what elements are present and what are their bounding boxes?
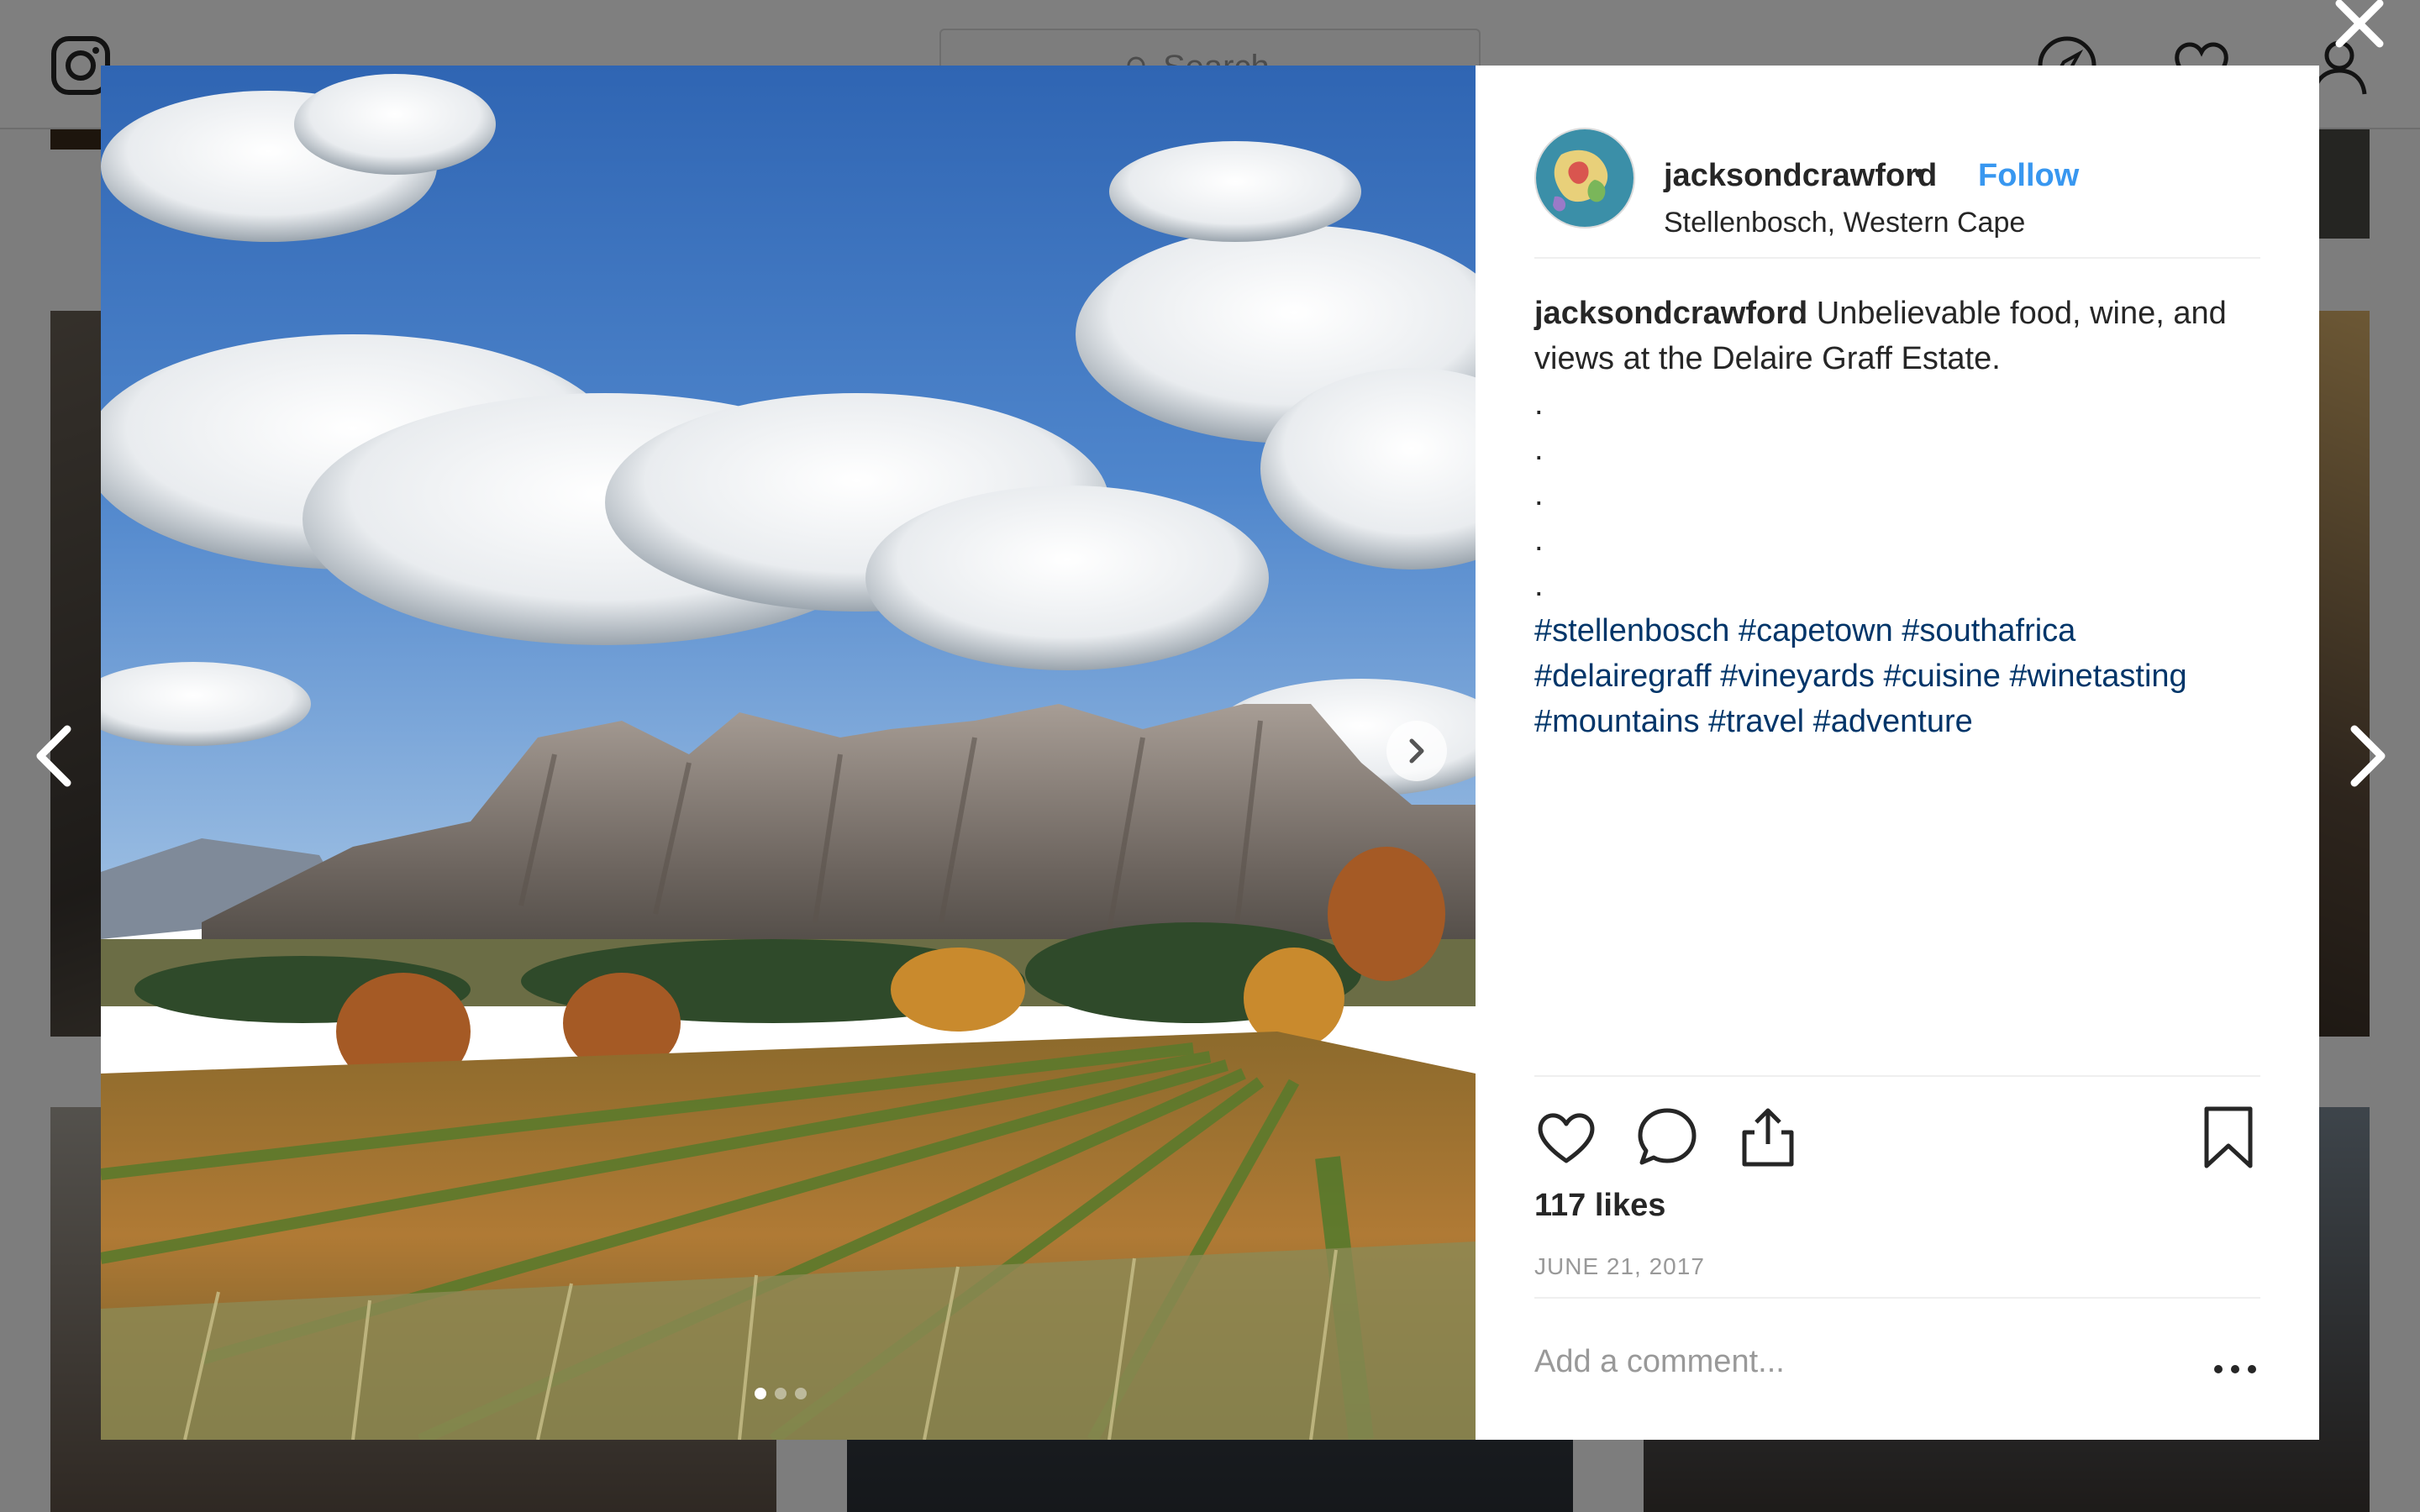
post-date: JUNE 21, 2017: [1534, 1253, 1705, 1279]
location-link[interactable]: Stellenbosch, Western Cape: [1664, 207, 2025, 239]
chevron-left-icon[interactable]: [29, 722, 79, 790]
carousel-dot: [795, 1388, 807, 1399]
caption-dot: .: [1534, 432, 1544, 467]
heart-icon[interactable]: [1534, 1105, 1598, 1169]
caption-dot: .: [1534, 522, 1544, 558]
avatar[interactable]: [1534, 128, 1635, 228]
separator-dot: •: [1914, 156, 1926, 192]
post-photo[interactable]: [101, 66, 1476, 1440]
carousel-indicator: [755, 1388, 807, 1399]
hashtags-line[interactable]: #mountains #travel #adventure: [1534, 699, 2260, 744]
comment-box: Add a comment...: [1534, 1297, 2260, 1440]
post-header: jacksondcrawford • Follow Stellenbosch, …: [1534, 108, 2260, 259]
post-sidebar: jacksondcrawford • Follow Stellenbosch, …: [1476, 66, 2319, 1440]
caption-dot: .: [1534, 568, 1544, 603]
comment-input[interactable]: Add a comment...: [1534, 1344, 1785, 1380]
hashtags-line[interactable]: #stellenbosch #capetown #southafrica: [1534, 608, 2260, 654]
post-actions: [1534, 1075, 2260, 1179]
carousel-next-button[interactable]: [1386, 721, 1447, 781]
username-link[interactable]: jacksondcrawford: [1664, 158, 1937, 194]
caption-dot: .: [1534, 477, 1544, 512]
more-icon[interactable]: [2210, 1361, 2260, 1378]
chevron-right-icon[interactable]: [2343, 722, 2393, 790]
comment-icon[interactable]: [1635, 1105, 1699, 1169]
carousel-dot: [755, 1388, 766, 1399]
carousel-dot: [775, 1388, 786, 1399]
post-modal: jacksondcrawford • Follow Stellenbosch, …: [101, 66, 2319, 1440]
bookmark-icon[interactable]: [2196, 1105, 2260, 1169]
world-map-avatar-icon: [1536, 129, 1634, 227]
vineyard-mountain-photo: [101, 66, 1476, 1440]
likes-count[interactable]: 117 likes: [1534, 1188, 1665, 1224]
close-icon[interactable]: [2329, 0, 2390, 50]
caption-username[interactable]: jacksondcrawford: [1534, 296, 1807, 331]
post-caption: jacksondcrawford Unbelievable food, wine…: [1534, 291, 2260, 744]
chevron-right-icon: [1409, 738, 1424, 764]
hashtags-line[interactable]: #delairegraff #vineyards #cuisine #winet…: [1534, 654, 2260, 699]
share-icon[interactable]: [1736, 1105, 1800, 1169]
follow-button[interactable]: Follow: [1978, 158, 2079, 194]
caption-dot: .: [1534, 386, 1544, 422]
